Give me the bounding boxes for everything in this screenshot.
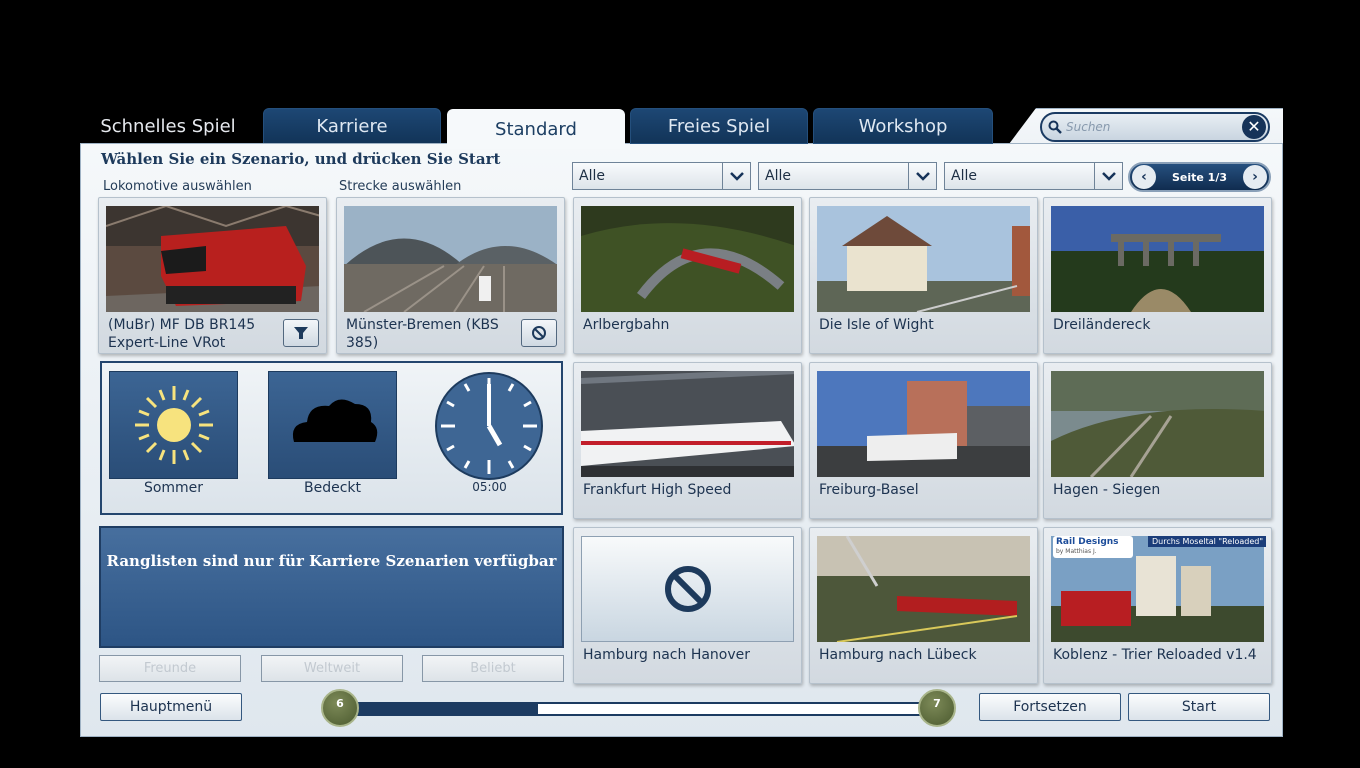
scenario-card[interactable]: Hamburg nach Hanover xyxy=(573,527,802,684)
season-label: Sommer xyxy=(143,480,204,496)
loco-card[interactable]: (MuBr) MF DB BR145 Expert-Line VRot xyxy=(98,197,327,354)
filter-icon xyxy=(294,327,308,339)
scenario-title: Arlbergbahn xyxy=(583,317,670,333)
loco-name-line1: (MuBr) MF DB BR145 xyxy=(108,317,256,333)
route-select-label: Strecke auswählen xyxy=(339,179,462,194)
loco-select-label: Lokomotive auswählen xyxy=(103,179,252,194)
tab-freies-spiel[interactable]: Freies Spiel xyxy=(630,108,808,144)
previous-page-icon[interactable]: ‹ xyxy=(1132,165,1156,189)
scenario-card[interactable]: Dreiländereck xyxy=(1043,197,1272,354)
loco-thumbnail xyxy=(106,206,319,312)
scenario-card[interactable]: Hamburg nach Lübeck xyxy=(809,527,1038,684)
tab-karriere[interactable]: Karriere xyxy=(263,108,441,144)
popular-button[interactable]: Beliebt xyxy=(422,655,564,682)
scenario-card[interactable]: Arlbergbahn xyxy=(573,197,802,354)
prohibit-icon xyxy=(532,326,546,340)
main-menu-button[interactable]: Hauptmenü xyxy=(100,693,242,721)
filter-value: Alle xyxy=(765,168,791,184)
search-placeholder: Suchen xyxy=(1066,120,1111,134)
filter-value: Alle xyxy=(579,168,605,184)
scenario-card[interactable]: Die Isle of Wight xyxy=(809,197,1038,354)
route-thumbnail xyxy=(344,206,557,312)
clock-icon[interactable] xyxy=(433,370,545,486)
loco-name-line2: Expert-Line VRot xyxy=(108,335,226,351)
scenario-card[interactable]: Freiburg-Basel xyxy=(809,362,1038,519)
cloud-icon xyxy=(292,399,378,442)
scenario-card[interactable]: Frankfurt High Speed xyxy=(573,362,802,519)
scenario-thumbnail xyxy=(817,536,1030,642)
progress-slider[interactable] xyxy=(341,702,936,716)
scenario-thumbnail xyxy=(1051,371,1264,477)
clear-route-button[interactable] xyxy=(521,319,557,347)
scenario-title: Dreiländereck xyxy=(1053,317,1151,333)
slider-max-knob[interactable]: 7 xyxy=(918,689,956,727)
scenario-title: Frankfurt High Speed xyxy=(583,482,732,498)
route-card[interactable]: Münster-Bremen (KBS 385) xyxy=(336,197,565,354)
tab-workshop[interactable]: Workshop xyxy=(813,108,993,144)
continue-button[interactable]: Fortsetzen xyxy=(979,693,1121,721)
clear-search-icon[interactable]: ✕ xyxy=(1242,115,1266,139)
scenario-title: Koblenz - Trier Reloaded v1.4 xyxy=(1053,647,1257,663)
rail-designs-logo: Rail Designs by Matthias J. xyxy=(1053,536,1133,558)
tab-standard[interactable]: Standard xyxy=(447,109,625,149)
scenario-title: Hamburg nach Hanover xyxy=(583,647,751,663)
scenario-thumbnail xyxy=(581,206,794,312)
weather-tile[interactable] xyxy=(268,371,397,479)
slider-fill xyxy=(343,704,539,714)
scenario-thumbnail xyxy=(817,371,1030,477)
scenario-banner: Durchs Moseltal "Reloaded" xyxy=(1148,536,1266,547)
start-button[interactable]: Start xyxy=(1128,693,1270,721)
leaderboard-message: Ranglisten sind nur für Karriere Szenari… xyxy=(106,552,557,570)
weather-label: Bedeckt xyxy=(303,480,361,496)
search-icon xyxy=(1048,120,1062,134)
chevron-down-icon xyxy=(1094,163,1122,189)
loco-name: (MuBr) MF DB BR145 Expert-Line VRot xyxy=(108,316,255,352)
filter-dropdown-3[interactable]: Alle xyxy=(944,162,1123,190)
scenario-card[interactable]: Rail Designs by Matthias J. Durchs Mosel… xyxy=(1043,527,1272,684)
chevron-down-icon xyxy=(722,163,750,189)
filter-value: Alle xyxy=(951,168,977,184)
leaderboard-panel: Ranglisten sind nur für Karriere Szenari… xyxy=(99,526,564,648)
route-name-line1: Münster-Bremen (KBS xyxy=(346,317,499,333)
scenario-title: Freiburg-Basel xyxy=(819,482,919,498)
worldwide-button[interactable]: Weltweit xyxy=(261,655,403,682)
sun-icon xyxy=(135,386,213,464)
conditions-box: Sommer Bedeckt 05:00 xyxy=(100,361,563,515)
scenario-thumbnail-placeholder xyxy=(581,536,794,642)
season-tile[interactable] xyxy=(109,371,238,479)
scenario-title: Hamburg nach Lübeck xyxy=(819,647,977,663)
search-input[interactable]: Suchen ✕ xyxy=(1040,112,1270,142)
scenario-title: Die Isle of Wight xyxy=(819,317,934,333)
scenario-card[interactable]: Hagen - Siegen xyxy=(1043,362,1272,519)
logo-by: by Matthias J. xyxy=(1056,548,1097,555)
page-label: Seite 1/3 xyxy=(1171,170,1228,184)
filter-dropdown-1[interactable]: Alle xyxy=(572,162,751,190)
instruction-heading: Wählen Sie ein Szenario, und drücken Sie… xyxy=(101,150,501,168)
tab-schnelles-spiel[interactable]: Schnelles Spiel xyxy=(90,108,246,144)
no-image-icon xyxy=(665,566,711,612)
scenario-title: Hagen - Siegen xyxy=(1053,482,1161,498)
filter-dropdown-2[interactable]: Alle xyxy=(758,162,937,190)
scenario-thumbnail xyxy=(581,371,794,477)
scenario-thumbnail xyxy=(1051,206,1264,312)
chevron-down-icon xyxy=(908,163,936,189)
page-navigator: ‹ Seite 1/3 › xyxy=(1128,162,1271,192)
slider-min-knob[interactable]: 6 xyxy=(321,689,359,727)
route-name: Münster-Bremen (KBS 385) xyxy=(346,316,499,352)
route-name-line2: 385) xyxy=(346,335,379,351)
friends-button[interactable]: Freunde xyxy=(99,655,241,682)
scenario-thumbnail xyxy=(817,206,1030,312)
filter-loco-button[interactable] xyxy=(283,319,319,347)
next-page-icon[interactable]: › xyxy=(1243,165,1267,189)
logo-brand: Rail Designs xyxy=(1056,537,1119,547)
time-label: 05:00 xyxy=(472,480,507,494)
